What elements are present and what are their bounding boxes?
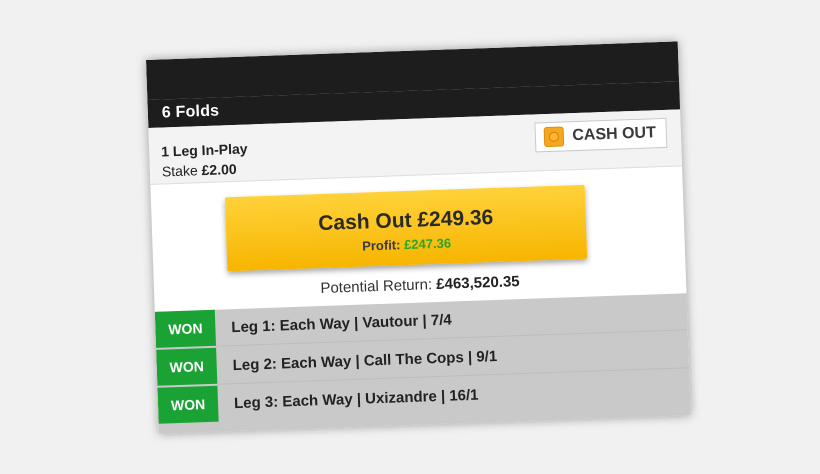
- legs-list: WON Leg 1: Each Way | Vautour | 7/4 WON …: [154, 293, 691, 434]
- stake-value: £2.00: [201, 160, 237, 179]
- stake-label: Stake: [161, 162, 198, 180]
- cashout-badge-label: CASH OUT: [572, 124, 657, 145]
- leg-description: Leg 3: Each Way | Uxizandre | 16/1: [233, 386, 479, 412]
- legs-inplay-text: 1 Leg In-Play: [160, 140, 248, 160]
- potential-return-value: £463,520.35: [435, 273, 520, 294]
- won-badge: WON: [156, 347, 218, 386]
- leg-description: Leg 1: Each Way | Vautour | 7/4: [231, 310, 452, 336]
- potential-return-label: Potential Return:: [320, 276, 433, 298]
- bet-card: 6 Folds 1 Leg In-Play Stake £2.00 CASH O…: [146, 41, 691, 434]
- cashout-coin-icon: [544, 126, 565, 148]
- cash-out-button[interactable]: Cash Out £249.36 Profit: £247.36: [224, 184, 588, 272]
- bet-title: 6 Folds: [161, 102, 220, 122]
- stake-text: Stake £2.00: [162, 161, 237, 180]
- stage: 6 Folds 1 Leg In-Play Stake £2.00 CASH O…: [0, 0, 820, 474]
- leg-description: Leg 2: Each Way | Call The Cops | 9/1: [232, 347, 498, 374]
- leg-text: Leg 3: Each Way | Uxizandre | 16/1: [233, 377, 479, 422]
- cashout-badge: CASH OUT: [534, 117, 668, 153]
- profit-value: £247.36: [403, 235, 452, 253]
- profit-label: Profit:: [361, 237, 401, 254]
- won-badge: WON: [157, 385, 219, 424]
- won-badge: WON: [154, 309, 217, 348]
